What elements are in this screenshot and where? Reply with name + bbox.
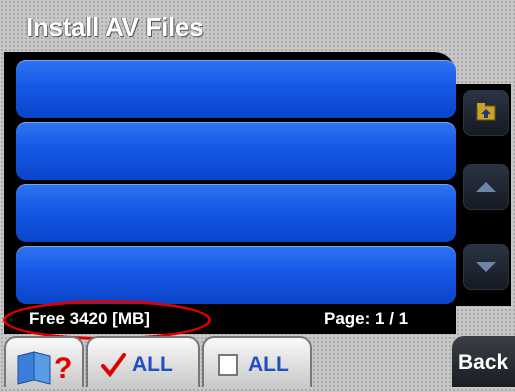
back-label: Back xyxy=(458,351,509,374)
empty-checkbox-icon xyxy=(218,354,238,376)
scroll-up-button[interactable] xyxy=(463,164,509,210)
arrow-down-icon xyxy=(476,262,496,272)
svg-text:?: ? xyxy=(54,352,72,385)
folder-up-button[interactable] xyxy=(463,90,509,136)
list-row[interactable] xyxy=(16,246,456,304)
scroll-down-button[interactable] xyxy=(463,244,509,290)
arrow-up-icon xyxy=(476,182,496,192)
list-row[interactable] xyxy=(16,184,456,242)
help-tab[interactable]: ? xyxy=(4,336,84,387)
select-all-tab[interactable]: ALL xyxy=(86,336,200,387)
book-help-icon: ? xyxy=(17,351,72,385)
file-list-panel: Free 3420 [MB] Page: 1 / 1 xyxy=(4,52,456,334)
deselect-all-label: ALL xyxy=(248,353,289,376)
deselect-all-tab[interactable]: ALL xyxy=(202,336,312,387)
side-controls xyxy=(456,84,511,306)
back-button[interactable]: Back xyxy=(452,336,515,387)
free-space-highlight xyxy=(3,300,211,340)
select-all-label: ALL xyxy=(132,353,173,376)
checkmark-icon xyxy=(101,353,126,378)
page-indicator: Page: 1 / 1 xyxy=(324,309,409,328)
folder-up-icon xyxy=(476,103,496,121)
list-row[interactable] xyxy=(16,122,456,180)
window-title: Install AV Files xyxy=(26,12,204,42)
list-row[interactable] xyxy=(16,60,456,118)
